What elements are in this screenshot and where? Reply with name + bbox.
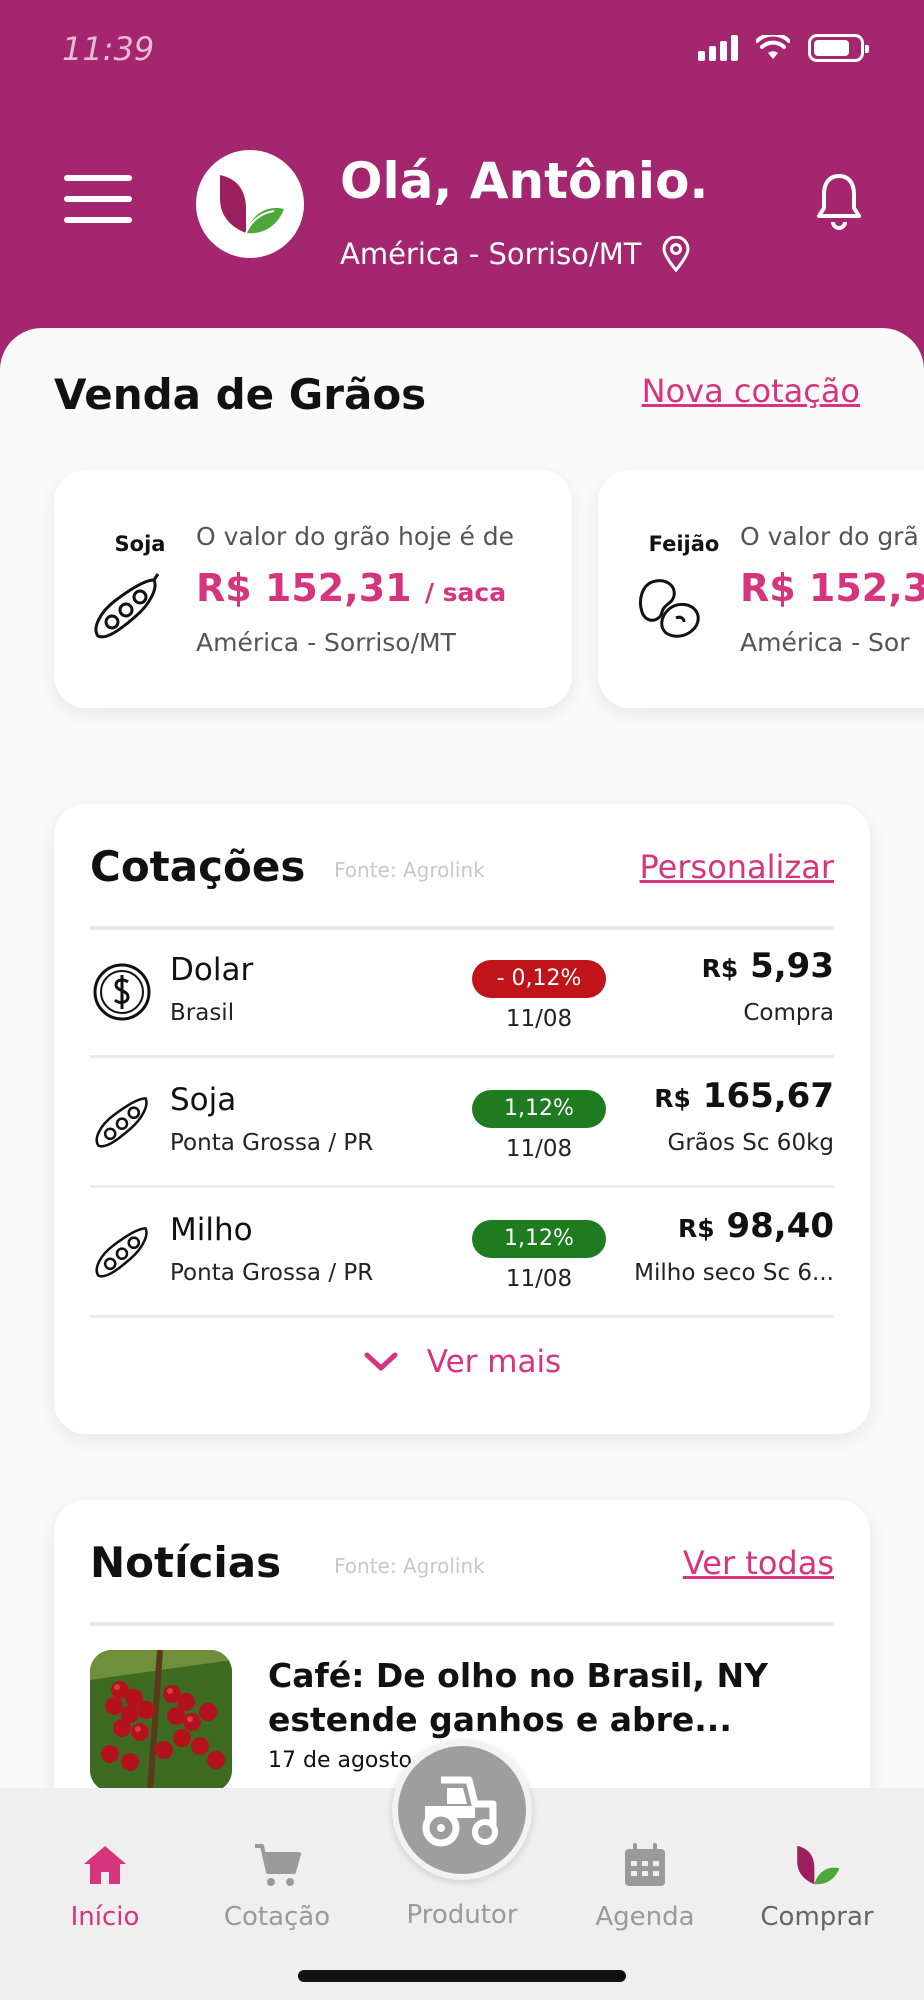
bean-icon <box>638 579 700 638</box>
nav-label: Comprar <box>760 1902 874 1932</box>
see-more-button[interactable]: Ver mais <box>54 1344 870 1380</box>
calendar-icon <box>625 1843 665 1886</box>
see-all-news-link[interactable]: Ver todas <box>683 1544 834 1582</box>
quote-name: Dolar <box>170 952 254 988</box>
nav-label: Início <box>70 1902 140 1932</box>
user-location-text: América - Sorriso/MT <box>340 237 642 271</box>
news-headline[interactable]: Café: De olho no Brasil, NY estende ganh… <box>268 1654 828 1742</box>
nav-item-comprar[interactable]: Comprar <box>732 1840 902 1932</box>
quotes-panel: Cotações Fonte: Agrolink Personalizar Do… <box>54 804 870 1434</box>
quote-unit: Compra <box>743 1000 834 1026</box>
grain-location: América - Sor <box>740 628 910 657</box>
quote-name: Soja <box>170 1082 237 1118</box>
soybean-icon <box>95 1227 148 1278</box>
nav-label-produtor: Produtor <box>406 1900 518 1930</box>
home-indicator <box>298 1970 626 1982</box>
quote-currency: R$ <box>677 1214 715 1243</box>
grain-price-value: R$ 152,31 <box>196 566 412 610</box>
quote-market: Brasil <box>170 1000 235 1026</box>
see-more-label: Ver mais <box>426 1344 562 1380</box>
grain-intro: O valor do grão hoje é de <box>196 522 515 551</box>
quote-row-soja[interactable]: Soja Ponta Grossa / PR 1,12% 11/08 R$ 16… <box>90 1060 834 1188</box>
quote-name: Milho <box>170 1212 253 1248</box>
status-icons <box>698 34 869 62</box>
home-icon <box>84 1846 126 1884</box>
brand-logo-icon <box>797 1845 840 1885</box>
quote-change-badge: - 0,12% <box>472 960 606 998</box>
quote-market: Ponta Grossa / PR <box>170 1130 374 1156</box>
greeting-title: Olá, Antônio. <box>340 152 709 210</box>
menu-icon[interactable] <box>64 175 132 223</box>
news-title: Notícias <box>90 1538 282 1587</box>
quote-date: 11/08 <box>505 1006 573 1032</box>
grain-price-unit: / saca <box>424 578 507 607</box>
tractor-icon <box>422 1776 498 1847</box>
content-sheet: Venda de Grãos Nova cotação Soja O valor… <box>0 328 924 1788</box>
location-pin-icon <box>662 236 690 272</box>
grain-location: América - Sorriso/MT <box>196 628 456 657</box>
cart-icon <box>255 1844 301 1886</box>
venda-section-title: Venda de Grãos <box>54 370 427 419</box>
grain-price-value: R$ 152,31 <box>740 566 924 610</box>
new-quote-link[interactable]: Nova cotação <box>642 372 860 410</box>
brand-logo-icon <box>220 175 284 234</box>
grain-price-card[interactable]: Feijão O valor do grã R$ 152,31 América … <box>598 470 924 708</box>
nav-label: Cotação <box>223 1902 331 1932</box>
news-thumbnail[interactable] <box>90 1650 232 1788</box>
cell-signal-icon <box>698 35 738 61</box>
quote-change-badge: 1,12% <box>472 1220 606 1258</box>
battery-icon <box>808 34 869 62</box>
wifi-icon <box>756 35 790 59</box>
status-time: 11:39 <box>62 30 155 68</box>
quote-currency: R$ <box>701 954 739 983</box>
quote-value: R$ 165,67 <box>654 1076 834 1116</box>
quotes-title: Cotações <box>90 842 306 891</box>
coffee-cherries-image <box>90 1650 232 1788</box>
user-location[interactable]: América - Sorriso/MT <box>340 236 691 272</box>
avatar[interactable] <box>196 150 304 258</box>
grain-name: Soja <box>114 532 166 556</box>
nav-item-inicio[interactable]: Início <box>20 1840 190 1932</box>
quote-unit: Milho seco Sc 6... <box>634 1260 834 1286</box>
grain-price-card[interactable]: Soja O valor do grão hoje é de R$ 152,31… <box>54 470 572 708</box>
news-source: Fonte: Agrolink <box>334 1554 485 1578</box>
quote-price: 98,40 <box>726 1206 834 1246</box>
producer-fab-button[interactable] <box>392 1740 532 1880</box>
quotes-source: Fonte: Agrolink <box>334 858 485 882</box>
quote-row-dolar[interactable]: Dolar Brasil - 0,12% 11/08 R$ 5,93 Compr… <box>90 930 834 1058</box>
soybean-icon <box>94 573 160 639</box>
nav-label: Agenda <box>595 1902 695 1932</box>
bell-icon[interactable] <box>814 170 864 230</box>
quote-row-milho[interactable]: Milho Ponta Grossa / PR 1,12% 11/08 R$ 9… <box>90 1190 834 1318</box>
nav-item-cotacao[interactable]: Cotação <box>192 1840 362 1932</box>
dollar-coin-icon <box>93 963 151 1021</box>
quote-currency: R$ <box>654 1084 691 1113</box>
quote-price: 165,67 <box>702 1076 834 1116</box>
quote-date: 11/08 <box>505 1136 573 1162</box>
customize-link[interactable]: Personalizar <box>640 848 834 886</box>
grain-price: R$ 152,31 <box>740 566 924 610</box>
quote-price: 5,93 <box>750 946 834 986</box>
soybean-icon <box>95 1097 148 1148</box>
divider <box>90 1622 834 1626</box>
quote-value: R$ 98,40 <box>678 1206 834 1246</box>
app-header: Olá, Antônio. América - Sorriso/MT <box>0 140 924 300</box>
quote-value: R$ 5,93 <box>702 946 834 986</box>
quote-date: 11/08 <box>505 1266 573 1292</box>
status-bar: 11:39 <box>0 0 924 100</box>
grain-intro: O valor do grã <box>740 522 919 551</box>
chevron-down-icon <box>364 1352 398 1371</box>
grain-name: Feijão <box>648 532 720 556</box>
quote-market: Ponta Grossa / PR <box>170 1260 374 1286</box>
nav-item-agenda[interactable]: Agenda <box>560 1840 730 1932</box>
quote-change-badge: 1,12% <box>472 1090 606 1128</box>
grain-price: R$ 152,31 / saca <box>196 566 506 610</box>
quote-unit: Grãos Sc 60kg <box>667 1130 834 1156</box>
